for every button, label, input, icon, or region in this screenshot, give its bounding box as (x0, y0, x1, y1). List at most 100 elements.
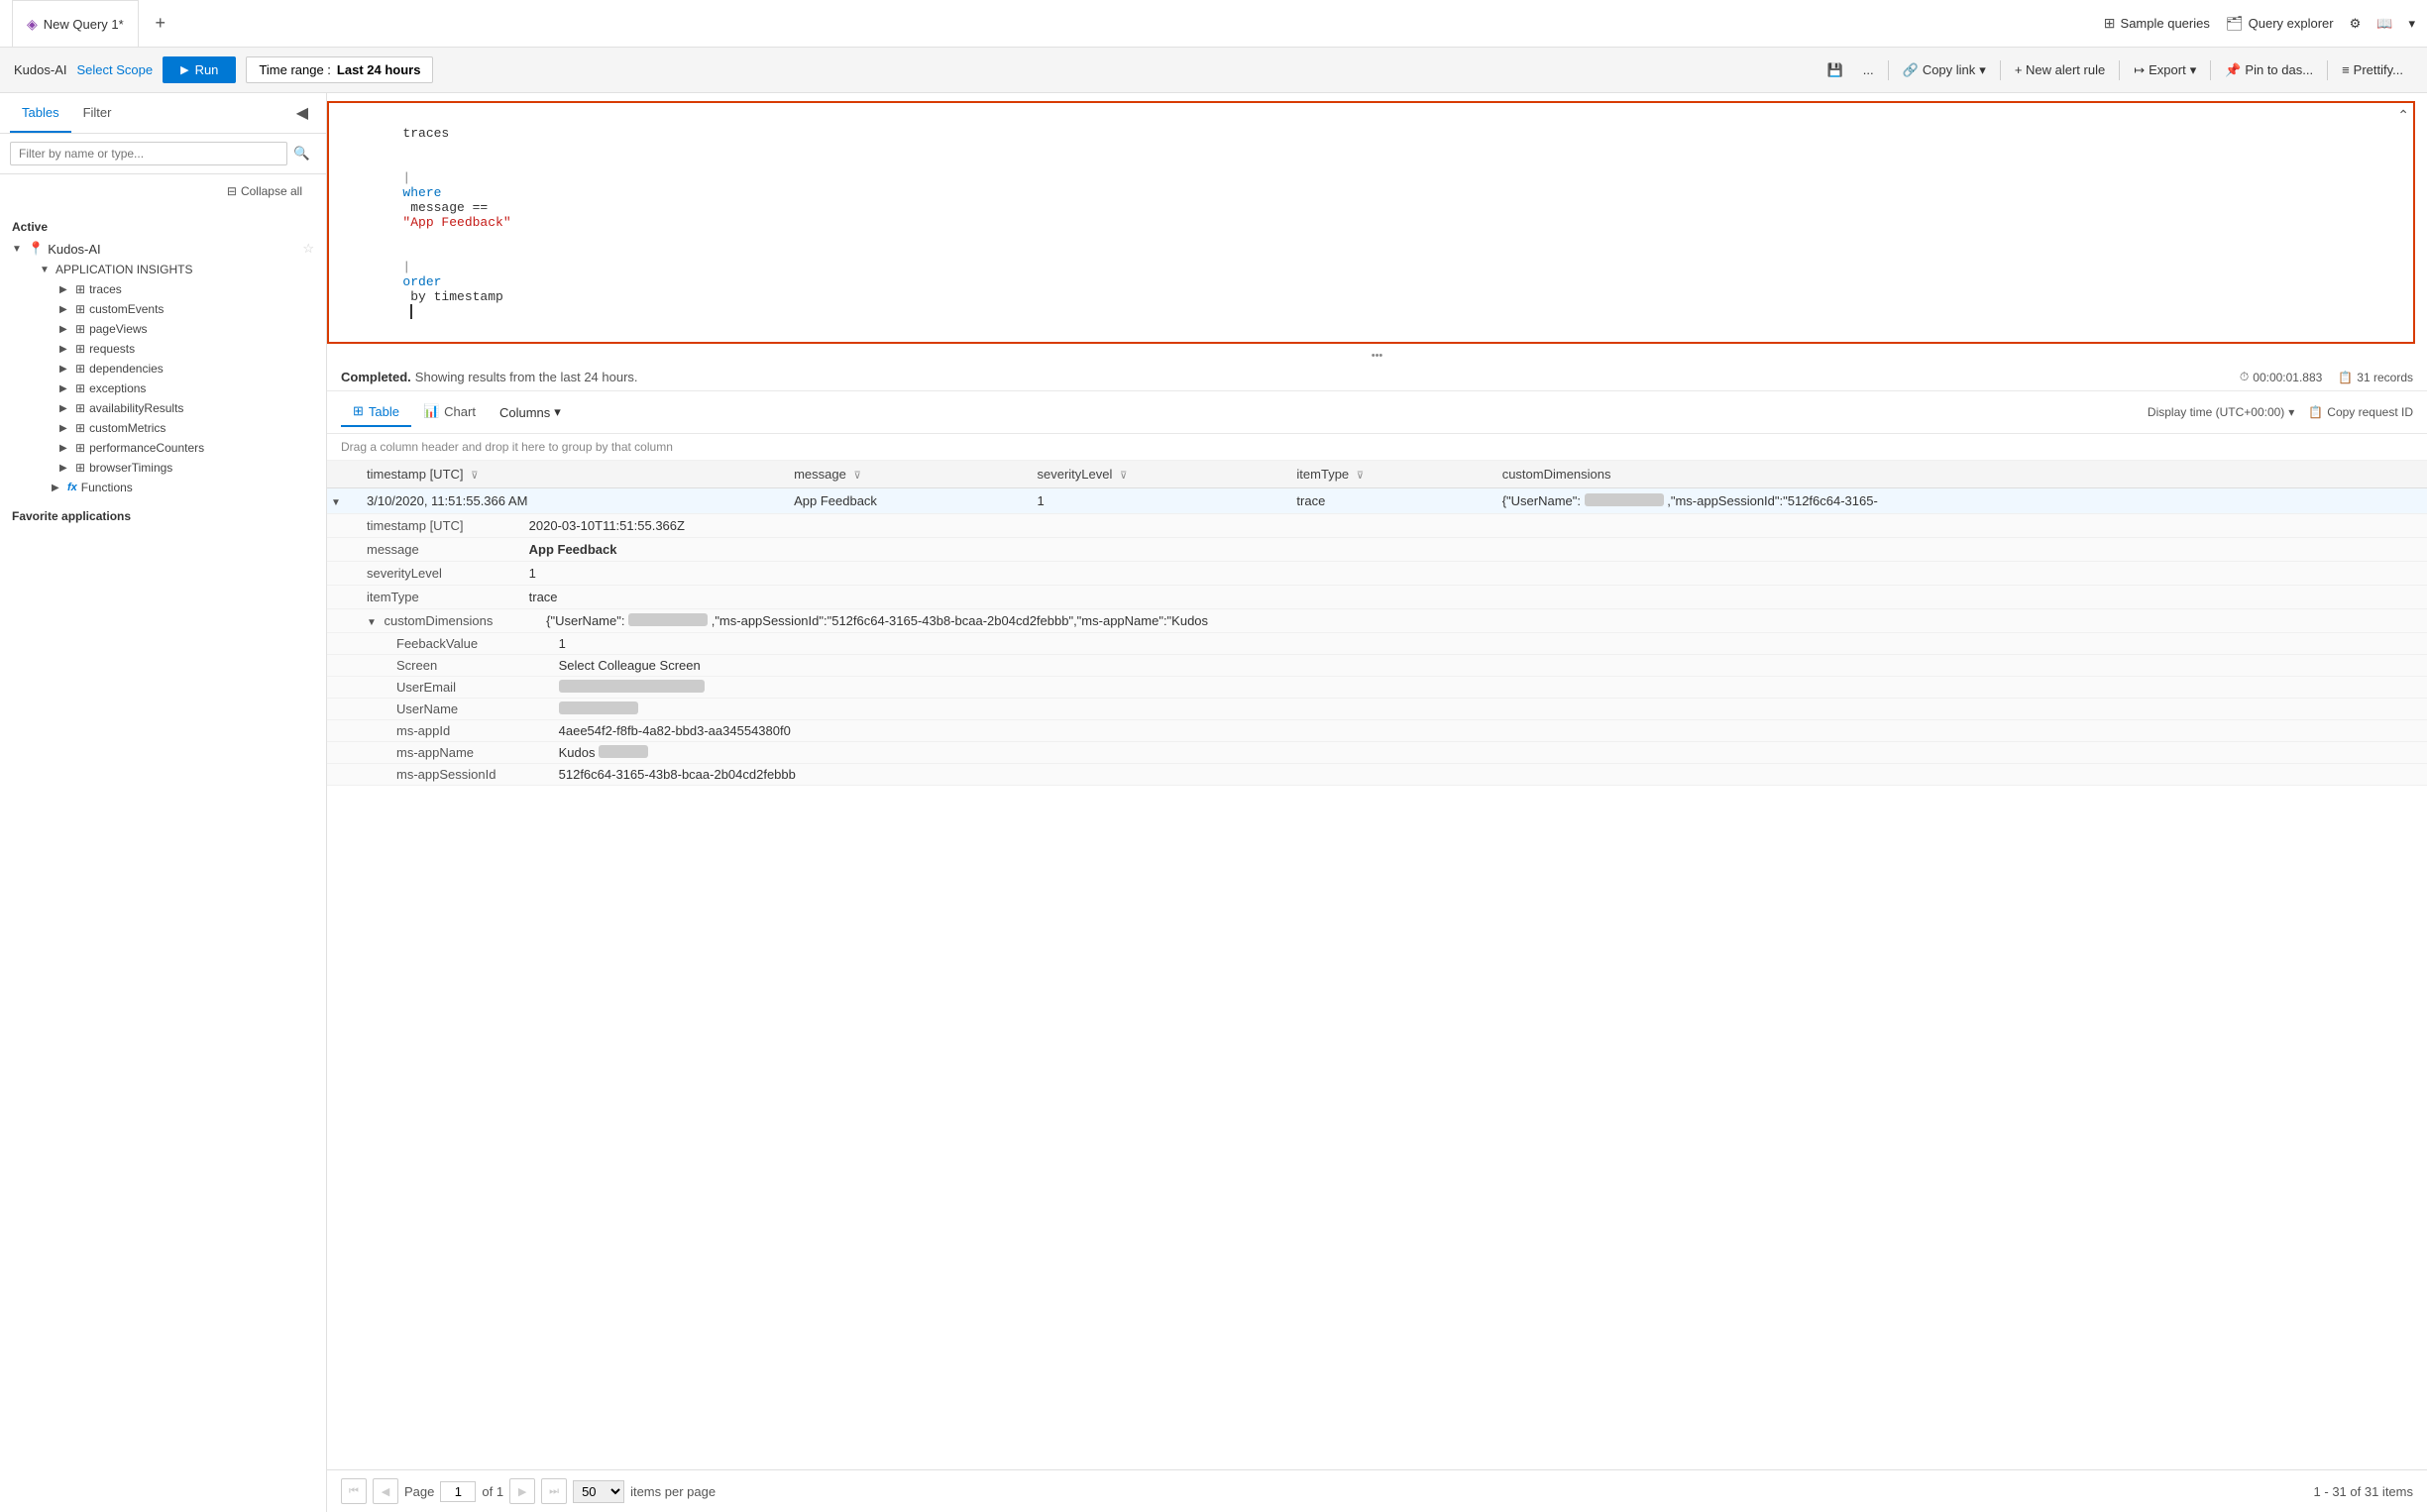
columns-button[interactable]: Columns ▾ (488, 398, 573, 426)
new-alert-button[interactable]: + New alert rule (2005, 57, 2115, 82)
section-active: Active ▼ 📍 Kudos-AI ☆ ▼ APPLICATION INSI… (4, 216, 322, 497)
save-button[interactable]: 💾 (1818, 57, 1853, 83)
page-number-input[interactable] (440, 1481, 476, 1502)
tree-item-traces[interactable]: ▶ ⊞ traces (52, 279, 322, 299)
time-range-value: Last 24 hours (337, 62, 421, 77)
tree-item-app-insights[interactable]: ▼ APPLICATION INSIGHTS (32, 260, 322, 279)
copy-request-id-button[interactable]: 📋 Copy request ID (2308, 405, 2413, 419)
tree-item-browsertimings[interactable]: ▶ ⊞ browserTimings (52, 458, 322, 478)
expand-icon: ▶ (59, 443, 71, 454)
table-label-exceptions: exceptions (89, 381, 146, 395)
tree-item-kudos-ai[interactable]: ▼ 📍 Kudos-AI ☆ (4, 238, 322, 260)
tree-item-performancecounters[interactable]: ▶ ⊞ performanceCounters (52, 438, 322, 458)
tree-item-dependencies[interactable]: ▶ ⊞ dependencies (52, 359, 322, 378)
tree-item-availabilityresults[interactable]: ▶ ⊞ availabilityResults (52, 398, 322, 418)
table-icon: ⊞ (75, 381, 85, 395)
tree-item-exceptions[interactable]: ▶ ⊞ exceptions (52, 378, 322, 398)
th-timestamp[interactable]: timestamp [UTC] ⊽ (357, 461, 784, 488)
query-line-1: traces (341, 111, 2401, 156)
filter-icon[interactable]: ⊽ (471, 471, 478, 482)
sub-detail-username-cell: UserName ████████ (327, 699, 2427, 720)
sidebar: Tables Filter ◀ 🔍 ⊟ Collapse all Active … (0, 93, 327, 1512)
favorite-apps-label: Favorite applications (4, 505, 322, 527)
expand-query-arrow[interactable]: ••• (327, 348, 2427, 364)
tab-table[interactable]: ⊞ Table (341, 397, 411, 427)
run-label: Run (195, 62, 219, 77)
blurred-username: ████████ (1585, 493, 1664, 506)
collapse-all-button[interactable]: ⊟ Collapse all (219, 180, 310, 202)
query-editor[interactable]: traces | where message == "App Feedback"… (327, 101, 2415, 344)
first-page-button[interactable]: ⏮ (341, 1478, 367, 1504)
book-button[interactable]: 📖 (2376, 16, 2392, 32)
table-icon: ⊞ (75, 302, 85, 316)
sidebar-search-input[interactable] (10, 142, 287, 165)
th-itemtype[interactable]: itemType ⊽ (1286, 461, 1491, 488)
filter-icon[interactable]: ⊽ (853, 471, 860, 482)
query-explorer-label: Query explorer (2249, 16, 2334, 31)
tab-filter[interactable]: Filter (71, 93, 124, 133)
expand-row-button[interactable]: ▼ (331, 497, 341, 508)
select-scope-button[interactable]: Select Scope (76, 62, 153, 77)
active-tab[interactable]: ◈ New Query 1* (12, 0, 139, 47)
next-page-button[interactable]: ▶ (509, 1478, 535, 1504)
detail-timestamp-cell: timestamp [UTC] 2020-03-10T11:51:55.366Z (327, 514, 2427, 538)
copy-link-button[interactable]: 🔗 Copy link ▾ (1893, 57, 1996, 83)
query-explorer-button[interactable]: 🗂 Query explorer (2226, 15, 2334, 32)
expand-icon: ▶ (59, 344, 71, 355)
display-time-button[interactable]: Display time (UTC+00:00) ▾ (2148, 405, 2294, 419)
filter-icon[interactable]: ⊽ (1357, 471, 1364, 482)
export-button[interactable]: ↦ Export ▾ (2124, 57, 2206, 83)
add-tab-button[interactable]: + (147, 10, 174, 38)
pagination-info: 1 - 31 of 31 items (2314, 1484, 2413, 1499)
prettify-button[interactable]: ≡ Prettify... (2332, 57, 2413, 82)
pin-icon: 📌 (2225, 62, 2241, 78)
status-records: 📋 31 records (2338, 371, 2413, 384)
sub-value-appsessionid: 512f6c64-3165-43b8-bcaa-2b04cd2febbb (559, 767, 796, 782)
detail-value-message: App Feedback (529, 542, 617, 557)
th-message[interactable]: message ⊽ (784, 461, 1027, 488)
per-page-select[interactable]: 50 100 200 (573, 1480, 624, 1503)
last-page-button[interactable]: ⏭ (541, 1478, 567, 1504)
settings-button[interactable]: ⚙ (2350, 16, 2362, 32)
table-label-custommetrics: customMetrics (89, 421, 165, 435)
sample-queries-button[interactable]: ⊞ Sample queries (2104, 15, 2210, 32)
table-icon: ⊞ (353, 403, 364, 419)
more-button[interactable]: ... (1853, 57, 1884, 82)
collapse-query-button[interactable]: ⌃ (2397, 107, 2409, 124)
sidebar-content: Active ▼ 📍 Kudos-AI ☆ ▼ APPLICATION INSI… (0, 208, 326, 1512)
tree-item-customevents[interactable]: ▶ ⊞ customEvents (52, 299, 322, 319)
th-customdimensions[interactable]: customDimensions (1492, 461, 2427, 488)
tab-chart[interactable]: 📊 Chart (411, 397, 488, 427)
of-label: of 1 (482, 1484, 503, 1499)
drag-hint: Drag a column header and drop it here to… (327, 434, 2427, 461)
tree-item-custommetrics[interactable]: ▶ ⊞ customMetrics (52, 418, 322, 438)
pin-to-dash-button[interactable]: 📌 Pin to das... (2215, 57, 2323, 83)
columns-label: Columns (499, 405, 550, 420)
detail-row-timestamp: timestamp [UTC] 2020-03-10T11:51:55.366Z (327, 514, 2427, 538)
top-chevron-button[interactable]: ▾ (2408, 16, 2415, 32)
detail-value-cd-start: {"UserName": (546, 613, 628, 628)
prev-page-button[interactable]: ◀ (373, 1478, 398, 1504)
sub-expand-button[interactable]: ▼ (367, 617, 377, 628)
sidebar-collapse-button[interactable]: ◀ (288, 93, 316, 133)
chart-icon: 📊 (423, 403, 439, 419)
star-button[interactable]: ☆ (302, 241, 314, 257)
sub-label-appname: ms-appName (396, 745, 555, 760)
sidebar-tabs: Tables Filter ◀ (0, 93, 326, 134)
tree-item-functions[interactable]: ▶ fx Functions (32, 478, 322, 497)
time-range-button[interactable]: Time range : Last 24 hours (246, 56, 433, 83)
sidebar-search-button[interactable]: 🔍 (287, 142, 316, 165)
th-severity[interactable]: severityLevel ⊽ (1028, 461, 1287, 488)
expand-icon: ▼ (40, 265, 52, 275)
cell-customdimensions: {"UserName": ████████ ,"ms-appSessionId"… (1492, 488, 2427, 514)
table-label-requests: requests (89, 342, 135, 356)
sub-detail-feedbackvalue-cell: FeebackValue 1 (327, 633, 2427, 655)
sub-label-appid: ms-appId (396, 723, 555, 738)
filter-icon[interactable]: ⊽ (1120, 471, 1127, 482)
query-pipe-2: | (402, 260, 418, 274)
run-button[interactable]: ▶ Run (163, 56, 236, 83)
tree-item-requests[interactable]: ▶ ⊞ requests (52, 339, 322, 359)
export-label: Export (2149, 62, 2186, 77)
tree-item-pageviews[interactable]: ▶ ⊞ pageViews (52, 319, 322, 339)
tab-tables[interactable]: Tables (10, 93, 71, 133)
